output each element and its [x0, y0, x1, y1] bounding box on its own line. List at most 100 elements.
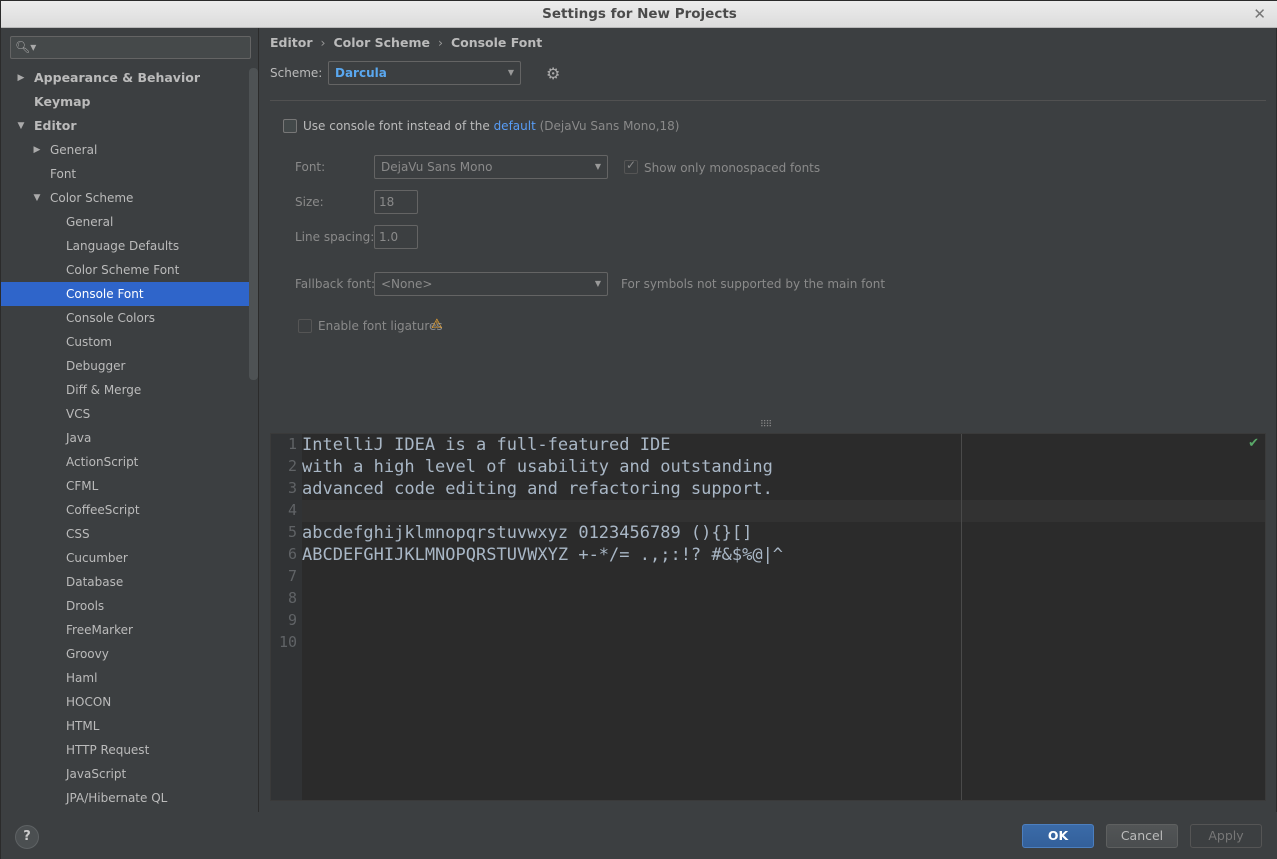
line-number: 2 — [287, 457, 297, 475]
use-console-font-text: Use console font instead of the — [303, 119, 490, 133]
font-label: Font: — [295, 160, 326, 174]
ligatures-checkbox[interactable] — [298, 319, 312, 333]
sidebar-item-label: Database — [66, 575, 124, 589]
ok-button[interactable]: OK — [1022, 824, 1094, 848]
code-line: with a high level of usability and outst… — [302, 457, 773, 477]
settings-tree: ▶ Appearance & Behavior Keymap ▼ Editor ▶ Gene… — [1, 66, 259, 810]
sidebar-item[interactable]: General — [1, 210, 259, 234]
sidebar-item-label: Language Defaults — [66, 239, 180, 253]
inspection-ok-icon: ✔ — [1248, 436, 1259, 451]
breadcrumb-editor: Editor — [270, 35, 313, 50]
sidebar-item[interactable]: ▼ Color Scheme — [1, 186, 259, 210]
sidebar-item[interactable]: CSS — [1, 522, 259, 546]
chevron-down-icon[interactable]: ▼ — [16, 114, 26, 138]
sidebar-item-label: FreeMarker — [66, 623, 133, 637]
line-spacing-field[interactable]: 1.0 — [374, 225, 418, 249]
scheme-dropdown[interactable]: Darcula ▼ — [328, 61, 521, 85]
chevron-right-icon[interactable]: ▶ — [16, 66, 26, 90]
sidebar-item-label: Keymap — [34, 94, 91, 109]
line-number: 6 — [287, 545, 297, 563]
sidebar-item[interactable]: ▶ General — [1, 138, 259, 162]
sidebar-item[interactable]: Custom — [1, 330, 259, 354]
chevron-right-icon[interactable]: ▶ — [32, 138, 42, 162]
sidebar-item-label: Console Colors — [66, 311, 156, 325]
sidebar-item[interactable]: Debugger — [1, 354, 259, 378]
sidebar-item-label: Java — [66, 431, 92, 445]
line-number: 5 — [287, 523, 297, 541]
use-console-font-checkbox[interactable] — [283, 119, 297, 133]
breadcrumb-console-font: Console Font — [450, 35, 543, 50]
sidebar-item-label: Appearance & Behavior — [34, 70, 200, 85]
sidebar-item[interactable]: Console Colors — [1, 306, 259, 330]
line-number: 4 — [287, 501, 297, 519]
sidebar-item[interactable]: Cucumber — [1, 546, 259, 570]
cancel-button[interactable]: Cancel — [1106, 824, 1178, 848]
sidebar-item-label: HTTP Request — [66, 743, 150, 757]
sidebar-item-label: Font — [50, 167, 77, 181]
size-field[interactable]: 18 — [374, 190, 418, 214]
code-line: IntelliJ IDEA is a full-featured IDE — [302, 435, 671, 455]
sidebar-item[interactable]: Java — [1, 426, 259, 450]
sidebar-item[interactable]: JavaScript — [1, 762, 259, 786]
sidebar-item[interactable]: Drools — [1, 594, 259, 618]
fallback-font-value: <None> — [381, 277, 433, 291]
apply-button[interactable]: Apply — [1190, 824, 1262, 848]
main-panel: Editor › Color Scheme › Console Font Scheme:… — [260, 28, 1276, 812]
close-icon[interactable]: ✕ — [1253, 1, 1266, 28]
sidebar-item[interactable]: Language Defaults — [1, 234, 259, 258]
sidebar-item-label: Custom — [66, 335, 112, 349]
default-link[interactable]: default — [494, 119, 536, 133]
sidebar-item-label: CoffeeScript — [66, 503, 140, 517]
sidebar-item[interactable]: CFML — [1, 474, 259, 498]
sidebar-item-label: HOCON — [66, 695, 112, 709]
sidebar-item[interactable]: Font — [1, 162, 259, 186]
gear-icon[interactable]: ⚙ — [546, 64, 560, 83]
fallback-font-dropdown[interactable]: <None> ▼ — [374, 272, 608, 296]
sidebar-item[interactable]: Console Font — [1, 282, 258, 306]
font-dropdown[interactable]: DejaVu Sans Mono ▼ — [374, 155, 608, 179]
sidebar-item[interactable]: Color Scheme Font — [1, 258, 259, 282]
sidebar-item[interactable]: Groovy — [1, 642, 259, 666]
sidebar-item[interactable]: ▶ Appearance & Behavior — [1, 66, 259, 90]
fallback-font-label: Fallback font: — [295, 277, 376, 291]
search-box[interactable]: 🔍︎▾ — [10, 36, 251, 59]
sidebar-item[interactable]: Haml — [1, 666, 259, 690]
sidebar-item[interactable]: Keymap — [1, 90, 259, 114]
divider — [270, 100, 1266, 101]
sidebar-item[interactable]: Database — [1, 570, 259, 594]
splitter-handle[interactable]: ⠿⠿ — [760, 420, 772, 430]
sidebar-item-label: Debugger — [66, 359, 126, 373]
chevron-down-icon[interactable]: ▼ — [32, 186, 42, 210]
checkmark-icon: ✓ — [626, 158, 637, 172]
sidebar-item[interactable]: HTTP Request — [1, 738, 259, 762]
warning-icon: ⚠ — [431, 317, 443, 332]
sidebar-item[interactable]: ▼ Editor — [1, 114, 259, 138]
sidebar-item[interactable]: HTML — [1, 714, 259, 738]
sidebar-scrollbar[interactable] — [249, 68, 258, 380]
sidebar-item-label: General — [66, 215, 114, 229]
search-input[interactable] — [37, 39, 247, 56]
line-number: 8 — [287, 589, 297, 607]
sidebar-item-label: Diff & Merge — [66, 383, 142, 397]
window-title: Settings for New Projects — [542, 6, 737, 22]
search-icon: 🔍︎▾ — [15, 40, 37, 54]
breadcrumb-separator: › — [320, 35, 326, 50]
sidebar-item[interactable]: VCS — [1, 402, 259, 426]
monospaced-label: Show only monospaced fonts — [644, 161, 821, 175]
sidebar-item[interactable]: HOCON — [1, 690, 259, 714]
sidebar-item-label: General — [50, 143, 98, 157]
sidebar-item[interactable]: FreeMarker — [1, 618, 259, 642]
monospaced-checkbox[interactable]: ✓ — [624, 158, 638, 174]
code-line: advanced code editing and refactoring su… — [302, 479, 773, 499]
sidebar-item[interactable]: ActionScript — [1, 450, 259, 474]
font-preview-editor[interactable]: 1 2 3 4 5 6 7 8 9 10 IntelliJ IDEA is a full-feat… — [270, 433, 1266, 801]
help-button[interactable]: ? — [15, 825, 39, 849]
line-number: 1 — [287, 435, 297, 453]
scheme-value: Darcula — [335, 66, 387, 80]
sidebar-item[interactable]: Diff & Merge — [1, 378, 259, 402]
line-number: 9 — [287, 611, 297, 629]
sidebar-item[interactable]: JPA/Hibernate QL — [1, 786, 259, 810]
line-number: 10 — [278, 633, 297, 651]
sidebar-item[interactable]: CoffeeScript — [1, 498, 259, 522]
line-number: 7 — [287, 567, 297, 585]
